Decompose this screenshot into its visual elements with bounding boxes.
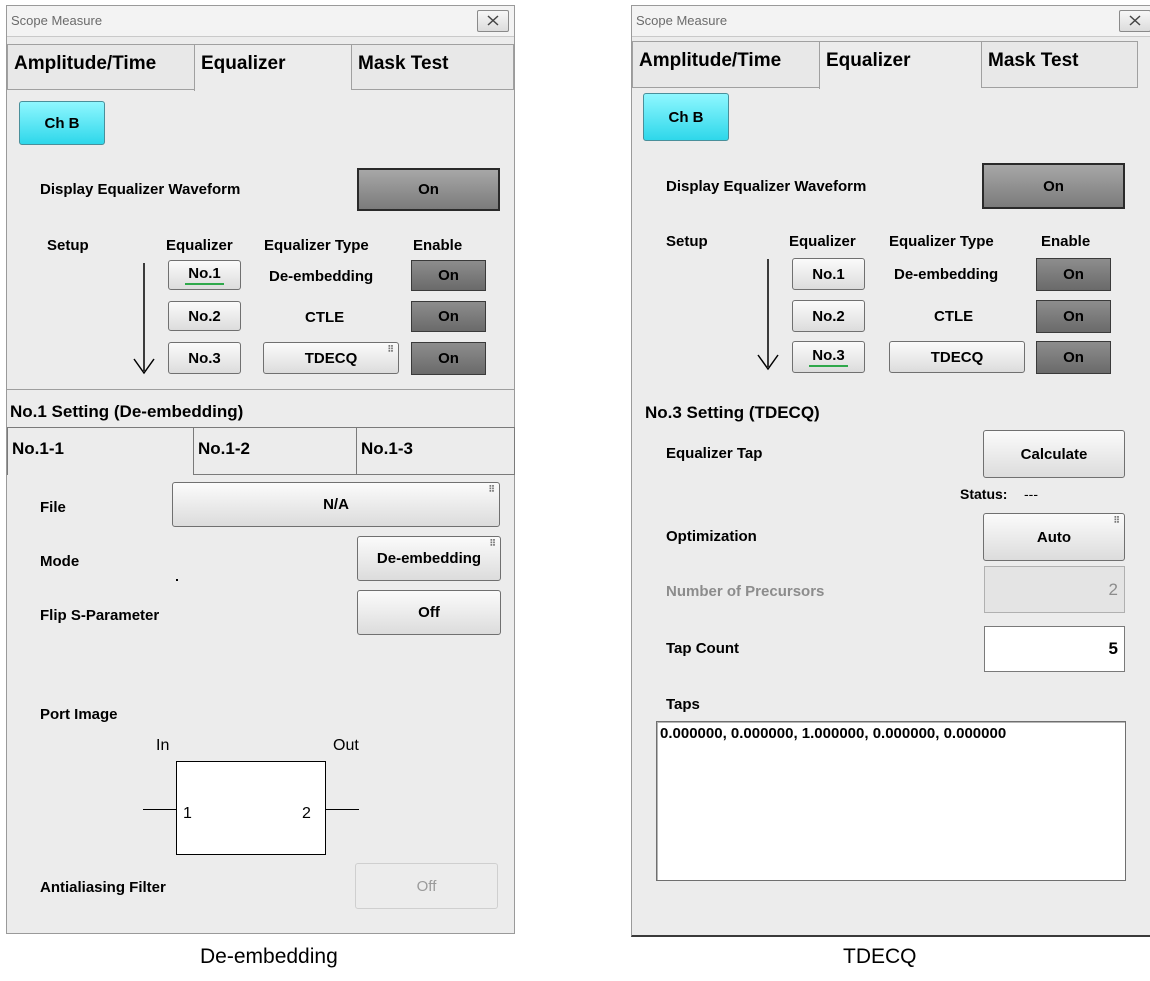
left-tab-amplitude-time[interactable]: Amplitude/Time: [7, 44, 194, 90]
right-tab-equalizer[interactable]: Equalizer: [819, 41, 981, 89]
dropdown-dots-icon: ⠿: [489, 538, 496, 548]
left-caption: De-embedding: [200, 945, 338, 968]
right-tap-label: Equalizer Tap: [666, 445, 763, 462]
right-caption: TDECQ: [843, 945, 917, 968]
right-eq-no2-button[interactable]: No.2: [792, 300, 865, 332]
left-port-1-label: 1: [183, 805, 192, 822]
left-small-dot: [176, 579, 178, 581]
left-eq-no3-button[interactable]: No.3: [168, 342, 241, 374]
left-flip-label: Flip S-Parameter: [40, 607, 160, 624]
left-port-out-line: [326, 809, 359, 810]
left-display-toggle[interactable]: On: [357, 168, 500, 211]
left-subtab-1-3[interactable]: No.1-3: [356, 427, 515, 475]
left-tab-mask-test[interactable]: Mask Test: [351, 44, 514, 90]
left-header-type: Equalizer Type: [264, 237, 369, 254]
right-tapcount-label: Tap Count: [666, 640, 740, 657]
close-icon: [1129, 15, 1141, 26]
left-separator: [7, 389, 514, 390]
left-eq-type-1: De-embedding: [269, 268, 374, 285]
right-display-label: Display Equalizer Waveform: [666, 178, 867, 195]
left-port-in-label: In: [156, 737, 170, 754]
left-port-in-line: [143, 809, 176, 810]
left-window: Scope Measure Amplitude/Time Equalizer M…: [6, 5, 515, 934]
right-precursors-label: Number of Precursors: [666, 583, 825, 600]
right-window: Scope Measure Amplitude/Time Equalizer M…: [631, 5, 1150, 937]
left-close-button[interactable]: [477, 10, 509, 32]
left-tab-equalizer[interactable]: Equalizer: [194, 44, 351, 91]
left-window-title: Scope Measure: [11, 13, 103, 28]
right-eq-no1-button[interactable]: No.1: [792, 258, 865, 290]
right-eq-type-3-button[interactable]: TDECQ: [889, 341, 1025, 373]
right-taps-textarea[interactable]: 0.000000, 0.000000, 1.000000, 0.000000, …: [656, 721, 1126, 881]
left-eq-no1-button[interactable]: No.1: [168, 260, 241, 290]
right-enable-2-button[interactable]: On: [1036, 300, 1111, 333]
right-status-value: ---: [1024, 486, 1038, 502]
left-enable-3-button[interactable]: On: [411, 342, 486, 375]
left-port-out-label: Out: [333, 737, 359, 754]
right-header-equalizer: Equalizer: [789, 233, 856, 250]
right-eq-type-1: De-embedding: [894, 266, 999, 283]
left-aa-button[interactable]: Off: [355, 863, 498, 909]
right-down-arrow-icon: [757, 259, 779, 371]
right-tapcount-input[interactable]: 5: [984, 626, 1125, 672]
right-opt-button[interactable]: Auto ⠿: [983, 513, 1125, 561]
right-header-enable: Enable: [1041, 233, 1091, 250]
left-header-setup: Setup: [47, 237, 89, 254]
left-titlebar: Scope Measure: [7, 6, 514, 37]
left-mode-button[interactable]: De-embedding ⠿: [357, 536, 501, 581]
right-tab-mask-test[interactable]: Mask Test: [981, 41, 1138, 88]
right-channel-b-button[interactable]: Ch B: [643, 93, 729, 141]
left-subtab-1-1[interactable]: No.1-1: [7, 427, 193, 475]
left-header-enable: Enable: [413, 237, 463, 254]
right-display-toggle[interactable]: On: [982, 163, 1125, 209]
left-section-title: No.1 Setting (De-embedding): [10, 402, 244, 421]
right-close-button[interactable]: [1119, 10, 1150, 32]
left-subtab-1-2[interactable]: No.1-2: [193, 427, 356, 475]
left-flip-button[interactable]: Off: [357, 590, 501, 635]
right-enable-3-button[interactable]: On: [1036, 341, 1111, 374]
left-eq-type-2: CTLE: [305, 309, 345, 326]
dropdown-dots-icon: ⠿: [1113, 515, 1120, 525]
left-down-arrow-icon: [133, 263, 155, 375]
close-icon: [487, 15, 499, 26]
right-taps-label: Taps: [666, 696, 700, 713]
left-aa-label: Antialiasing Filter: [40, 879, 166, 896]
left-port-2-label: 2: [302, 805, 311, 822]
left-enable-1-button[interactable]: On: [411, 260, 486, 291]
right-precursors-field: 2: [984, 566, 1125, 613]
dropdown-dots-icon: ⠿: [387, 344, 394, 354]
right-header-setup: Setup: [666, 233, 708, 250]
right-eq-no3-button[interactable]: No.3: [792, 341, 865, 373]
left-port-box: 1 2: [176, 761, 326, 855]
right-calculate-button[interactable]: Calculate: [983, 430, 1125, 478]
right-enable-1-button[interactable]: On: [1036, 258, 1111, 291]
left-port-label: Port Image: [40, 706, 118, 723]
left-eq-type-3-button[interactable]: TDECQ ⠿: [263, 342, 399, 374]
right-status-label: Status:: [960, 486, 1008, 502]
left-display-label: Display Equalizer Waveform: [40, 181, 241, 198]
right-window-title: Scope Measure: [636, 13, 728, 28]
right-titlebar: Scope Measure: [632, 6, 1150, 37]
right-section-title: No.3 Setting (TDECQ): [645, 403, 820, 422]
right-tab-amplitude-time[interactable]: Amplitude/Time: [632, 41, 819, 88]
dropdown-dots-icon: ⠿: [488, 484, 495, 494]
left-eq-no2-button[interactable]: No.2: [168, 301, 241, 331]
right-opt-label: Optimization: [666, 528, 757, 545]
left-mode-label: Mode: [40, 553, 80, 570]
left-enable-2-button[interactable]: On: [411, 301, 486, 332]
left-header-equalizer: Equalizer: [166, 237, 233, 254]
right-header-type: Equalizer Type: [889, 233, 994, 250]
right-eq-type-2: CTLE: [934, 308, 974, 325]
left-channel-b-button[interactable]: Ch B: [19, 101, 105, 145]
right-taps-value: 0.000000, 0.000000, 1.000000, 0.000000, …: [660, 725, 1007, 742]
left-file-label: File: [40, 499, 66, 516]
left-file-button[interactable]: N/A ⠿: [172, 482, 500, 527]
